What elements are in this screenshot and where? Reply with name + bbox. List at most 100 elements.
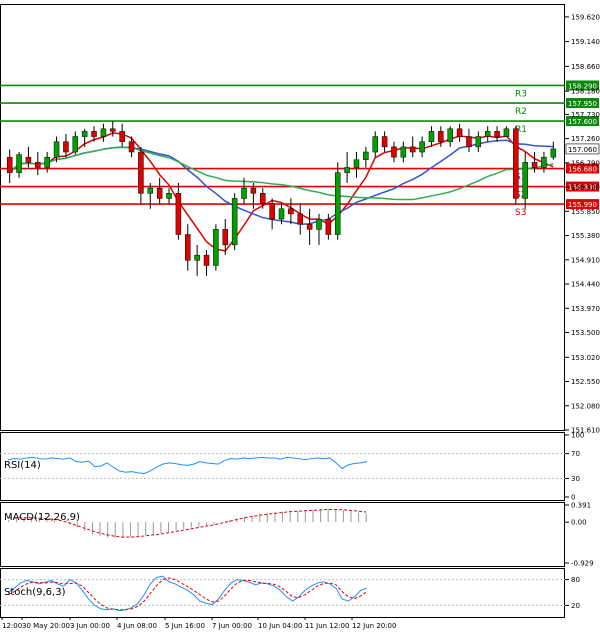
candle-body [241, 187, 247, 199]
candle-body [381, 136, 388, 148]
candle-body [194, 254, 200, 261]
candle-body [91, 131, 97, 137]
candle-body [25, 156, 32, 163]
y-axis-ticks: 159.620 159.140 158.660 158.180 157.730 157.2… [565, 13, 600, 435]
candle-body [156, 187, 163, 199]
x-tick-label: 12 Jun 20:00 [352, 622, 396, 630]
candle-body [419, 141, 425, 153]
macd-title: MACD(12,26,9) [4, 512, 80, 523]
rsi-tick-label: 70 [571, 450, 580, 458]
price-tick-label: 154.440 [571, 281, 600, 289]
candle-body [353, 159, 360, 168]
level-price-label-r2: 157.950 [568, 100, 597, 108]
candle-body [44, 156, 50, 168]
price-tick-label: 152.080 [571, 402, 600, 410]
price-tick-label: 152.550 [571, 378, 600, 386]
candle-body [466, 136, 472, 148]
candle-body [409, 146, 416, 153]
candle-body [297, 213, 303, 225]
candle-body [269, 203, 275, 220]
stoch-tick-label: 20 [571, 602, 580, 610]
candle-body [316, 218, 322, 230]
candle-body [484, 131, 491, 137]
rsi-tick-label: 0 [571, 494, 575, 502]
current-price-label: 157.060 [568, 146, 597, 154]
candle-body [213, 229, 219, 266]
stoch-title: Stoch(9,6,3) [4, 587, 66, 598]
rsi-tick-label: 30 [571, 475, 580, 483]
price-tick-label: 155.850 [571, 208, 600, 216]
candle-body [175, 193, 182, 235]
candle-body [250, 187, 257, 194]
price-tick-label: 156.790 [571, 159, 600, 167]
x-tick-label: 3 Jun 00:00 [70, 622, 110, 630]
price-tick-label: 157.730 [571, 111, 600, 119]
level-name-r3: R3 [515, 89, 527, 99]
rsi-title: RSI(14) [4, 460, 41, 471]
price-tick-label: 154.910 [571, 256, 600, 264]
candle-body [475, 136, 482, 148]
candle-body [138, 151, 144, 194]
price-tick-label: 155.380 [571, 232, 600, 240]
candle-body [400, 146, 407, 158]
candle-body [260, 193, 266, 204]
x-tick-label: 7 Jun 00:00 [212, 622, 252, 630]
candle-body [541, 156, 547, 168]
candle-body [100, 128, 107, 137]
candle-body [278, 208, 285, 220]
candle-body [6, 156, 13, 173]
candle-body [72, 136, 79, 153]
price-tick-label: 158.660 [571, 63, 600, 71]
price-tick-label: 159.620 [571, 13, 600, 21]
candle-body [128, 141, 135, 153]
price-tick-label: 157.260 [571, 135, 600, 143]
candle-body [513, 128, 519, 199]
candle-body [306, 223, 313, 230]
x-tick-label: 11 Jun 12:00 [305, 622, 349, 630]
price-tick-label: 159.140 [571, 38, 600, 46]
macd-tick-label: -0.929 [571, 560, 594, 568]
x-tick-label: 5 Jun 16:00 [165, 622, 205, 630]
candle-body [35, 162, 41, 168]
candle-body [344, 167, 350, 173]
candle-body [550, 148, 557, 158]
candle-body [363, 151, 369, 161]
candle-body [16, 154, 22, 173]
price-tick-label: 156.320 [571, 184, 600, 192]
price-tick-label: 153.970 [571, 305, 600, 313]
candle-body [166, 193, 172, 199]
chart-canvas: R3158.290R2157.950R1157.600S1156.680S215… [0, 4, 600, 630]
candle-body [147, 187, 154, 194]
candle-body [438, 131, 444, 142]
price-tick-label: 153.500 [571, 329, 600, 337]
candle-body [325, 218, 332, 235]
x-axis-ticks: 12:00 30 May 20:00 3 Jun 00:00 4 Jun 08:00 5… [1, 617, 396, 630]
candle-body [81, 131, 88, 137]
candle-body [447, 128, 453, 142]
candle-body [456, 128, 463, 137]
candle-body [53, 141, 60, 158]
level-name-r2: R2 [515, 107, 527, 117]
candle-body [522, 162, 528, 199]
candle-body [372, 136, 378, 153]
candle-body [231, 198, 238, 246]
price-tick-label: 158.180 [571, 88, 600, 96]
candle-body [334, 172, 341, 235]
candle-body [110, 128, 116, 132]
x-tick-label: 10 Jun 04:00 [258, 622, 302, 630]
candle-body [531, 162, 538, 168]
stoch-tick-label: 80 [571, 576, 580, 584]
x-tick-label: 30 May 20:00 [22, 622, 70, 630]
macd-tick-label: 0.00 [571, 519, 587, 527]
candle-body [288, 208, 294, 215]
rsi-tick-label: 100 [571, 432, 584, 440]
panel-frame-1 [0, 432, 565, 501]
candle-body [222, 229, 229, 246]
candle-body [428, 131, 435, 142]
candle-body [391, 146, 397, 158]
x-tick-label: 12:00 [2, 622, 22, 630]
candle-body [494, 131, 500, 137]
candle-body [119, 131, 125, 142]
level-name-s3: S3 [515, 208, 526, 218]
candle-body [185, 234, 191, 261]
